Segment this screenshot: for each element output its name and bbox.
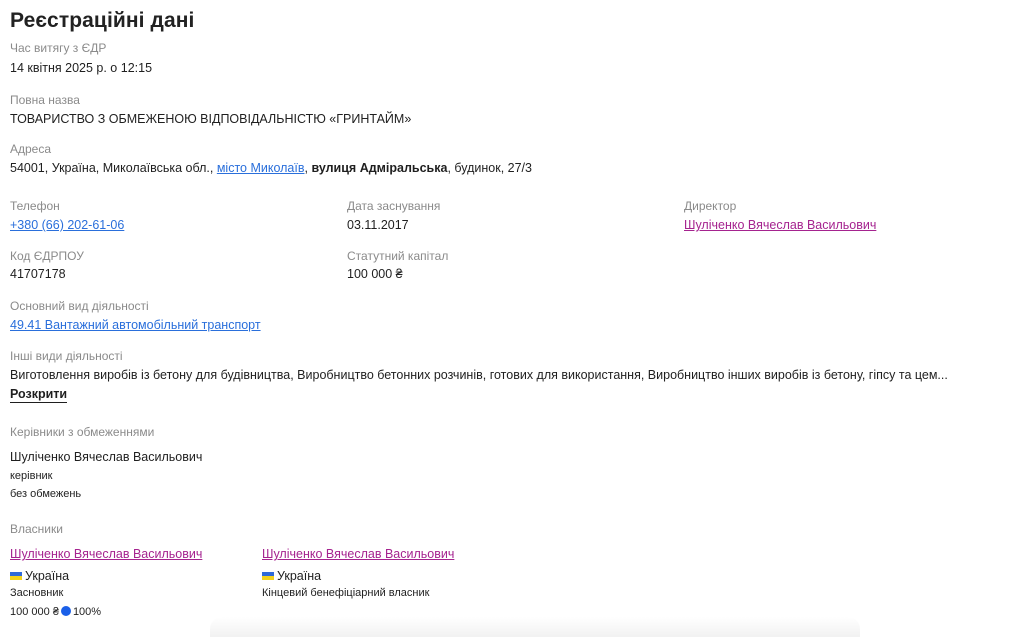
street-name: вулиця Адміральська — [311, 161, 448, 175]
owner-role: Кінцевий бенефіціарний власник — [262, 587, 430, 599]
restricted-status: без обмежень — [10, 488, 82, 500]
phone-label: Телефон — [10, 199, 60, 213]
edrpou-value: 41707178 — [10, 267, 66, 281]
capital-value: 100 000 ₴ — [347, 267, 403, 281]
restricted-label: Керівники з обмеженнями — [10, 425, 155, 439]
owner-country-name: Україна — [277, 569, 322, 583]
owner-name-link[interactable]: Шуліченко Вячеслав Васильович — [10, 545, 202, 563]
other-activities-label: Інші види діяльності — [10, 349, 123, 363]
owner-share: 100 000 ₴ 100% — [10, 604, 202, 621]
edrpou-label: Код ЄДРПОУ — [10, 249, 84, 263]
extract-time-label: Час витягу з ЄДР — [10, 41, 107, 55]
capital-label: Статутний капітал — [347, 249, 449, 263]
founded-value: 03.11.2017 — [347, 218, 409, 232]
full-name-label: Повна назва — [10, 93, 80, 107]
main-activity-label: Основний вид діяльності — [10, 299, 149, 313]
other-activities-value: Виготовлення виробів із бетону для будів… — [10, 368, 948, 382]
expand-wrap: Розкрити — [10, 385, 68, 403]
bottom-overlay-shadow — [210, 617, 860, 637]
address-suffix: , будинок, 27/3 — [447, 161, 532, 175]
restricted-role: керівник — [10, 470, 53, 482]
city-link[interactable]: місто Миколаїв — [217, 161, 305, 175]
share-pie-icon — [60, 606, 71, 616]
address-value: 54001, Україна, Миколаївська обл., місто… — [10, 159, 532, 177]
director-label: Директор — [684, 199, 737, 213]
director-link[interactable]: Шуліченко Вячеслав Васильович — [684, 216, 876, 234]
expand-button[interactable]: Розкрити — [10, 387, 68, 403]
owner-name-link[interactable]: Шуліченко Вячеслав Васильович — [262, 545, 454, 563]
extract-time-value: 14 квітня 2025 р. о 12:15 — [10, 61, 153, 75]
owners-label: Власники — [10, 522, 63, 536]
main-activity-link[interactable]: 49.41 Вантажний автомобільний транспорт — [10, 316, 261, 334]
page-title: Реєстраційні дані — [10, 9, 195, 32]
restricted-name: Шуліченко Вячеслав Васильович — [10, 450, 203, 464]
owner-country: Україна — [262, 567, 454, 585]
founded-label: Дата заснування — [347, 199, 441, 213]
owner-card: Шуліченко Вячеслав Васильович Україна Кі… — [262, 545, 454, 602]
owner-card: Шуліченко Вячеслав Васильович Україна За… — [10, 545, 202, 621]
owner-share-percent: 100% — [72, 606, 102, 618]
address-prefix: 54001, Україна, Миколаївська обл., — [10, 161, 217, 175]
address-label: Адреса — [10, 142, 52, 156]
owner-role: Засновник — [10, 587, 64, 599]
owner-country-name: Україна — [25, 569, 70, 583]
owner-country: Україна — [10, 567, 202, 585]
registration-section: Реєстраційні дані — [10, 8, 1016, 34]
full-name-value: ТОВАРИСТВО З ОБМЕЖЕНОЮ ВІДПОВІДАЛЬНІСТЮ … — [10, 112, 412, 126]
phone-link[interactable]: +380 (66) 202-61-06 — [10, 216, 124, 234]
owner-amount: 100 000 ₴ — [10, 606, 59, 618]
ukraine-flag-icon — [10, 572, 22, 580]
ukraine-flag-icon — [262, 572, 274, 580]
